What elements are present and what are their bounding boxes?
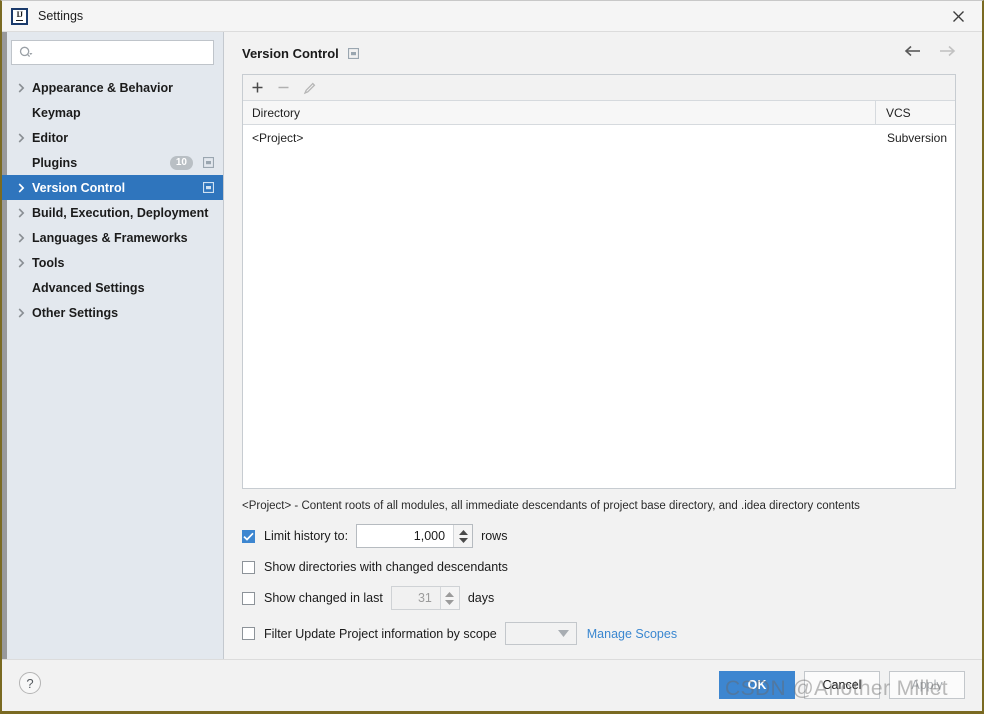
- minus-icon: [277, 81, 290, 94]
- title-bar: IJ Settings: [2, 1, 982, 32]
- sidebar-item-label: Plugins: [32, 155, 78, 170]
- sidebar-item-label: Other Settings: [32, 305, 119, 320]
- dialog-footer: ? OK Cancel Apply: [2, 659, 982, 711]
- limit-history-spinner-arrows[interactable]: [453, 525, 473, 547]
- vcs-directory-mappings-table: Directory VCS <Project> Subversion: [242, 74, 956, 489]
- option-limit-history: Limit history to: 1,000 rows: [242, 524, 956, 548]
- panel-window-icon: [202, 181, 215, 194]
- apply-button: Apply: [889, 671, 965, 699]
- sidebar-item-plugins[interactable]: Plugins 10: [2, 150, 223, 175]
- page-title: Version Control: [242, 45, 339, 61]
- help-button[interactable]: ?: [19, 672, 41, 694]
- settings-sidebar: Appearance & Behavior Keymap Editor Plugins…: [2, 32, 224, 659]
- sidebar-item-other-settings[interactable]: Other Settings: [2, 300, 223, 325]
- pencil-icon: [303, 81, 317, 95]
- option-show-changed-in-last: Show changed in last 31 days: [242, 586, 956, 610]
- window-title: Settings: [38, 9, 84, 23]
- chevron-right-icon[interactable]: [14, 307, 28, 318]
- sidebar-item-label: Appearance & Behavior: [32, 80, 174, 95]
- search-container: [2, 32, 223, 72]
- chevron-right-icon[interactable]: [14, 232, 28, 243]
- project-hint-text: <Project> - Content roots of all modules…: [242, 500, 860, 512]
- sidebar-item-editor[interactable]: Editor: [2, 125, 223, 150]
- table-body: <Project> Subversion: [243, 125, 955, 488]
- intellij-logo-icon: IJ: [11, 7, 28, 25]
- sidebar-item-label: Advanced Settings: [32, 280, 145, 295]
- scope-dropdown: [504, 622, 577, 645]
- filter-scope-checkbox[interactable]: [242, 627, 255, 640]
- main-panel: Version Control Directory VCS <Project> …: [224, 32, 982, 659]
- limit-history-spinner[interactable]: 1,000: [356, 524, 474, 548]
- limit-history-label: Limit history to:: [264, 529, 349, 543]
- show-changed-spinner: 31: [390, 586, 460, 610]
- cell-directory: <Project>: [252, 131, 304, 145]
- search-input[interactable]: [38, 45, 213, 60]
- sidebar-item-languages-frameworks[interactable]: Languages & Frameworks: [2, 225, 223, 250]
- settings-dialog: IJ Settings Appearance & Behavior Keymap…: [0, 0, 984, 714]
- show-changed-checkbox[interactable]: [242, 591, 255, 605]
- chevron-down-icon: [557, 630, 569, 637]
- plus-icon[interactable]: [251, 81, 264, 94]
- column-header-directory[interactable]: Directory: [243, 106, 875, 120]
- chevron-right-icon[interactable]: [14, 132, 28, 143]
- show-changed-spinner-arrows: [439, 587, 459, 609]
- panel-window-icon: [347, 47, 359, 59]
- chevron-right-icon[interactable]: [14, 257, 28, 268]
- search-box[interactable]: [11, 40, 214, 65]
- dialog-body: Appearance & Behavior Keymap Editor Plugins…: [2, 32, 982, 659]
- sidebar-item-advanced-settings[interactable]: Advanced Settings: [2, 275, 223, 300]
- manage-scopes-link[interactable]: Manage Scopes: [587, 627, 677, 641]
- close-icon[interactable]: [934, 1, 982, 31]
- settings-tree: Appearance & Behavior Keymap Editor Plugins…: [2, 75, 223, 325]
- sidebar-item-label: Build, Execution, Deployment: [32, 205, 209, 220]
- navigation-arrows: [904, 45, 956, 57]
- sidebar-item-label: Tools: [32, 255, 65, 270]
- chevron-right-icon[interactable]: [14, 82, 28, 93]
- filter-scope-label: Filter Update Project information by sco…: [264, 626, 497, 641]
- sidebar-item-badge: 10: [169, 155, 193, 170]
- table-toolbar: [243, 75, 955, 101]
- sidebar-item-version-control[interactable]: Version Control: [2, 175, 223, 200]
- sidebar-item-keymap[interactable]: Keymap: [2, 100, 223, 125]
- arrow-left-icon[interactable]: [904, 45, 922, 57]
- limit-history-suffix: rows: [481, 529, 508, 543]
- panel-header: Version Control: [242, 32, 956, 74]
- sidebar-item-label: Languages & Frameworks: [32, 230, 188, 245]
- sidebar-item-build-execution-deployment[interactable]: Build, Execution, Deployment: [2, 200, 223, 225]
- option-filter-by-scope: Filter Update Project information by sco…: [242, 622, 956, 645]
- column-header-vcs[interactable]: VCS: [875, 101, 955, 124]
- limit-history-value[interactable]: 1,000: [357, 525, 453, 547]
- show-changed-label: Show changed in last: [264, 591, 383, 605]
- ok-button[interactable]: OK: [719, 671, 795, 699]
- option-show-directories: Show directories with changed descendant…: [242, 560, 956, 574]
- sidebar-item-appearance-behavior[interactable]: Appearance & Behavior: [2, 75, 223, 100]
- limit-history-checkbox[interactable]: [242, 529, 255, 543]
- sidebar-item-label: Keymap: [32, 105, 81, 120]
- show-directories-checkbox[interactable]: [242, 560, 255, 574]
- table-row[interactable]: <Project> Subversion: [243, 125, 955, 151]
- table-header-row: Directory VCS: [243, 101, 955, 125]
- show-changed-suffix: days: [467, 591, 495, 605]
- show-directories-label: Show directories with changed descendant…: [264, 560, 508, 574]
- chevron-right-icon[interactable]: [14, 182, 28, 193]
- sidebar-item-tools[interactable]: Tools: [2, 250, 223, 275]
- logo-text: IJ: [16, 10, 23, 21]
- sidebar-item-label: Version Control: [32, 180, 126, 195]
- dialog-buttons: OK Cancel Apply: [719, 671, 965, 699]
- chevron-right-icon[interactable]: [14, 207, 28, 218]
- cancel-button[interactable]: Cancel: [804, 671, 880, 699]
- arrow-right-icon: [938, 45, 956, 57]
- show-changed-value: 31: [417, 591, 432, 605]
- sidebar-item-label: Editor: [32, 130, 69, 145]
- search-icon: [19, 46, 33, 57]
- cell-vcs: Subversion: [886, 131, 947, 145]
- panel-window-icon: [202, 156, 215, 169]
